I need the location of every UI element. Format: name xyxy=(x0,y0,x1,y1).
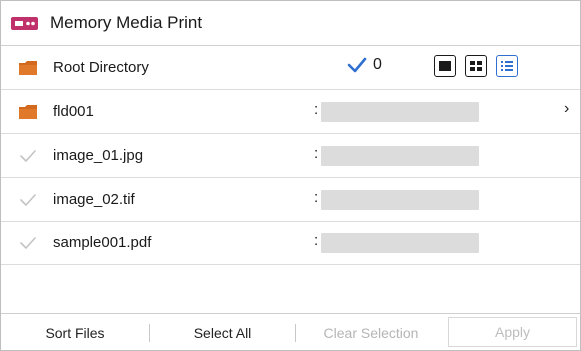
apply-label: Apply xyxy=(494,324,531,340)
checkmark-icon xyxy=(347,57,367,73)
item-name: image_01.jpg xyxy=(53,147,144,164)
item-info-placeholder xyxy=(321,190,479,210)
list-view-button[interactable] xyxy=(496,55,518,77)
item-info-placeholder xyxy=(321,146,479,166)
item-separator: : xyxy=(314,145,319,162)
select-all-label: Select All xyxy=(193,324,252,341)
view-mode-switcher xyxy=(434,55,518,77)
check-icon[interactable] xyxy=(15,190,41,210)
item-name: sample001.pdf xyxy=(53,234,152,251)
clear-selection-button[interactable]: Clear Selection xyxy=(296,314,446,351)
check-icon[interactable] xyxy=(15,233,41,253)
item-separator: : xyxy=(314,189,319,206)
item-name: fld001 xyxy=(53,103,94,120)
usb-drive-icon xyxy=(11,16,38,30)
chevron-right-icon[interactable]: › xyxy=(564,100,569,118)
memory-media-print-screen: Memory Media Print Root Directory 0 fld0… xyxy=(0,0,581,351)
list-item[interactable]: image_02.tif : xyxy=(1,178,580,222)
list-item[interactable]: sample001.pdf : xyxy=(1,221,580,265)
check-icon[interactable] xyxy=(15,146,41,166)
item-info-placeholder xyxy=(321,233,479,253)
grid-view-icon xyxy=(470,61,482,71)
page-title: Memory Media Print xyxy=(50,13,203,32)
apply-button[interactable]: Apply xyxy=(448,317,577,347)
bottom-action-bar: Sort Files Select All Clear Selection Ap… xyxy=(1,314,580,351)
empty-list-area xyxy=(1,263,580,314)
selected-count-value: 0 xyxy=(373,56,382,73)
app-header: Memory Media Print xyxy=(1,1,580,46)
sort-files-label: Sort Files xyxy=(45,324,105,341)
clear-selection-label: Clear Selection xyxy=(323,324,419,341)
item-info-placeholder xyxy=(321,102,479,122)
item-separator: : xyxy=(314,232,319,249)
single-view-button[interactable] xyxy=(434,55,456,77)
grid-view-button[interactable] xyxy=(465,55,487,77)
sort-files-button[interactable]: Sort Files xyxy=(1,314,149,351)
list-item[interactable]: fld001 : › xyxy=(1,90,580,134)
root-directory-label: Root Directory xyxy=(53,59,149,76)
item-name: image_02.tif xyxy=(53,191,135,208)
root-directory-row[interactable]: Root Directory 0 xyxy=(1,46,580,90)
single-view-icon xyxy=(439,61,451,71)
selected-count: 0 xyxy=(347,56,382,74)
folder-icon xyxy=(15,58,41,78)
item-separator: : xyxy=(314,101,319,118)
select-all-button[interactable]: Select All xyxy=(150,314,295,351)
list-item[interactable]: image_01.jpg : xyxy=(1,134,580,178)
list-view-icon xyxy=(501,61,513,71)
folder-icon xyxy=(15,102,41,122)
